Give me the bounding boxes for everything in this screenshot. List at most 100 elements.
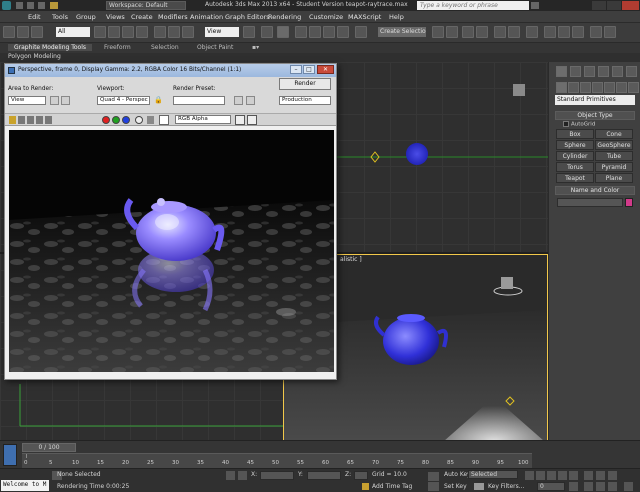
curve-editor-icon[interactable] [494,26,506,38]
layer-manager-icon[interactable] [462,26,474,38]
key-filter-icon[interactable] [474,483,484,490]
background-color-swatch[interactable] [159,115,169,125]
helpers-icon[interactable] [604,82,615,93]
mirror-icon[interactable] [432,26,444,38]
torus-button[interactable]: Torus [556,162,594,172]
window-crossing-icon[interactable] [136,26,148,38]
graphite-toggle-icon[interactable] [476,26,488,38]
cone-button[interactable]: Cone [595,129,633,139]
time-config-icon[interactable] [569,482,578,491]
lock-selection-icon[interactable] [226,471,235,480]
render-window-close-button[interactable]: ✕ [317,65,334,74]
toggle-ui-icon[interactable] [247,115,257,125]
area-to-render-dropdown[interactable]: View [8,96,46,105]
zoom-icon[interactable] [584,471,593,480]
toggle-ui-overlay-icon[interactable] [235,115,245,125]
track-bar[interactable]: 0 5 10 15 20 25 30 35 40 45 50 55 60 65 … [22,453,532,469]
cameras-icon[interactable] [592,82,603,93]
menu-tools[interactable]: Tools [52,13,68,21]
render-window-maximize-button[interactable]: □ [303,65,315,74]
window-close-button[interactable] [622,1,639,10]
rendered-image[interactable] [9,130,334,372]
key-mode-dropdown[interactable]: Selected [468,470,518,479]
pan-icon[interactable] [596,482,605,491]
maxscript-listener[interactable]: Welcome to M [1,480,49,491]
object-type-rollout[interactable]: Object Type [555,111,635,120]
menu-animation[interactable]: Animation [190,13,223,21]
channel-display-dropdown[interactable]: RGB Alpha [175,115,231,124]
orbit-icon[interactable] [608,482,617,491]
autogrid-check-icon[interactable] [563,121,569,127]
absolute-mode-icon[interactable] [238,471,247,480]
monochrome-icon[interactable] [147,116,154,124]
y-coordinate-field[interactable] [307,471,341,480]
spinner-snap-icon[interactable] [337,26,349,38]
geosphere-button[interactable]: GeoSphere [595,140,633,150]
save-icon[interactable] [16,2,23,9]
zoom-extents-icon[interactable] [608,471,617,480]
keyboard-shortcut-icon[interactable] [277,26,289,38]
next-frame-icon[interactable] [558,471,567,480]
search-icon[interactable] [531,2,539,9]
alpha-channel-toggle[interactable] [135,116,143,124]
viewport-dropdown[interactable]: Quad 4 - Perspec [97,96,150,105]
tab-selection[interactable]: Selection [151,44,179,51]
menu-maxscript[interactable]: MAXScript [348,13,381,21]
field-of-view-icon[interactable] [584,482,593,491]
menu-views[interactable]: Views [106,13,125,21]
angle-snap-icon[interactable] [309,26,321,38]
menu-rendering[interactable]: Rendering [268,13,301,21]
align-icon[interactable] [446,26,458,38]
object-name-field[interactable] [557,198,623,207]
copy-image-icon[interactable] [18,116,25,124]
create-tab-icon[interactable] [556,66,567,77]
time-slider[interactable]: 0 / 100 [22,443,76,452]
clone-window-icon[interactable] [27,116,34,124]
green-channel-toggle[interactable] [112,116,120,124]
undo-icon[interactable] [27,2,34,9]
select-manipulate-icon[interactable] [261,26,273,38]
render-iterative-icon[interactable] [604,26,616,38]
select-and-link-icon[interactable] [31,26,43,38]
set-key-icon[interactable] [428,482,439,491]
material-editor-icon[interactable] [526,26,538,38]
tube-button[interactable]: Tube [595,151,633,161]
teapot-button[interactable]: Teapot [556,173,594,183]
menu-customize[interactable]: Customize [309,13,343,21]
render-mode-dropdown[interactable]: Production [279,96,331,105]
set-key-button[interactable]: Set Key [444,483,467,490]
selection-filter-dropdown[interactable]: All [56,27,90,37]
ribbon-options-icon[interactable]: ▪▾ [252,44,259,51]
redo-toolbar-icon[interactable] [17,26,29,38]
previous-frame-icon[interactable] [536,471,545,480]
modify-tab-icon[interactable] [570,66,581,77]
lock-viewport-icon[interactable]: 🔒 [154,96,163,105]
tab-object-paint[interactable]: Object Paint [197,44,233,51]
save-image-icon[interactable] [9,116,16,124]
keyword-search-input[interactable] [417,1,529,10]
pivot-center-icon[interactable] [243,26,255,38]
render-setup-icon[interactable] [544,26,556,38]
auto-key-icon[interactable] [428,472,439,481]
go-to-start-icon[interactable] [525,471,534,480]
box-button[interactable]: Box [556,129,594,139]
clear-image-icon[interactable] [45,116,52,124]
auto-key-button[interactable]: Auto Key [444,471,471,478]
edit-named-selection-icon[interactable] [355,26,367,38]
go-to-end-icon[interactable] [569,471,578,480]
systems-icon[interactable] [628,82,639,93]
shapes-icon[interactable] [568,82,579,93]
render-window-titlebar[interactable]: Perspective, frame 0, Display Gamma: 2.2… [5,64,336,77]
undo-toolbar-icon[interactable] [3,26,15,38]
red-channel-toggle[interactable] [102,116,110,124]
render-setup-icon[interactable] [234,96,243,105]
z-coordinate-field[interactable] [354,471,368,480]
render-teapot-icon[interactable] [590,26,602,38]
display-tab-icon[interactable] [612,66,623,77]
select-by-name-icon[interactable] [108,26,120,38]
x-coordinate-field[interactable] [260,471,294,480]
snaps-toggle-icon[interactable] [295,26,307,38]
maximize-viewport-icon[interactable] [624,482,633,491]
blue-channel-toggle[interactable] [122,116,130,124]
reference-coordinate-dropdown[interactable]: View [205,27,239,37]
